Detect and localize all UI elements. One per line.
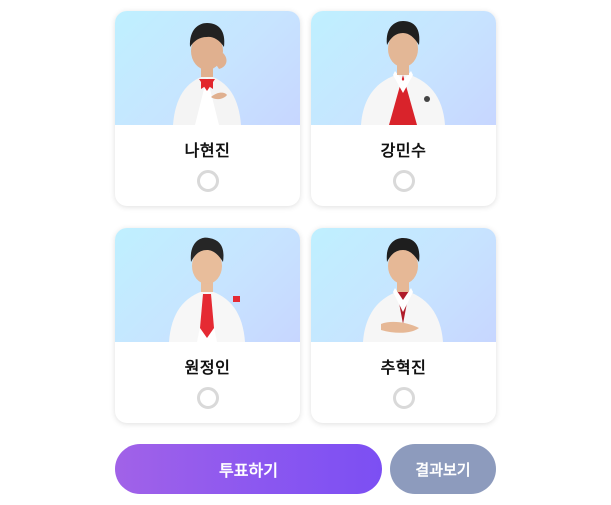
candidate-radio-button[interactable] <box>196 170 219 192</box>
candidate-card-4[interactable]: 추혁진 <box>311 228 496 423</box>
candidate-portrait-image <box>173 23 241 125</box>
candidate-name: 나현진 <box>184 141 231 160</box>
candidate-radio-button[interactable] <box>392 387 415 409</box>
candidate-name: 추혁진 <box>380 358 427 377</box>
candidate-grid: 나현진 강민수 원정인 추혁진 <box>115 11 496 423</box>
candidate-photo <box>115 11 300 125</box>
candidate-portrait-image <box>361 21 445 125</box>
view-results-button[interactable]: 결과보기 <box>390 444 496 494</box>
candidate-photo <box>115 228 300 342</box>
action-bar: 투표하기 결과보기 <box>115 444 496 494</box>
candidate-photo <box>311 11 496 125</box>
candidate-name: 원정인 <box>184 358 231 377</box>
candidate-portrait-image <box>363 238 443 342</box>
candidate-card-2[interactable]: 강민수 <box>311 11 496 206</box>
candidate-photo <box>311 228 496 342</box>
vote-page: 나현진 강민수 원정인 추혁진 투표하기 결과보기 <box>0 0 611 505</box>
candidate-portrait-image <box>169 237 245 342</box>
candidate-card-3[interactable]: 원정인 <box>115 228 300 423</box>
candidate-radio-button[interactable] <box>196 387 219 409</box>
candidate-name: 강민수 <box>380 141 427 160</box>
candidate-radio-button[interactable] <box>392 170 415 192</box>
candidate-card-1[interactable]: 나현진 <box>115 11 300 206</box>
vote-button[interactable]: 투표하기 <box>115 444 382 494</box>
